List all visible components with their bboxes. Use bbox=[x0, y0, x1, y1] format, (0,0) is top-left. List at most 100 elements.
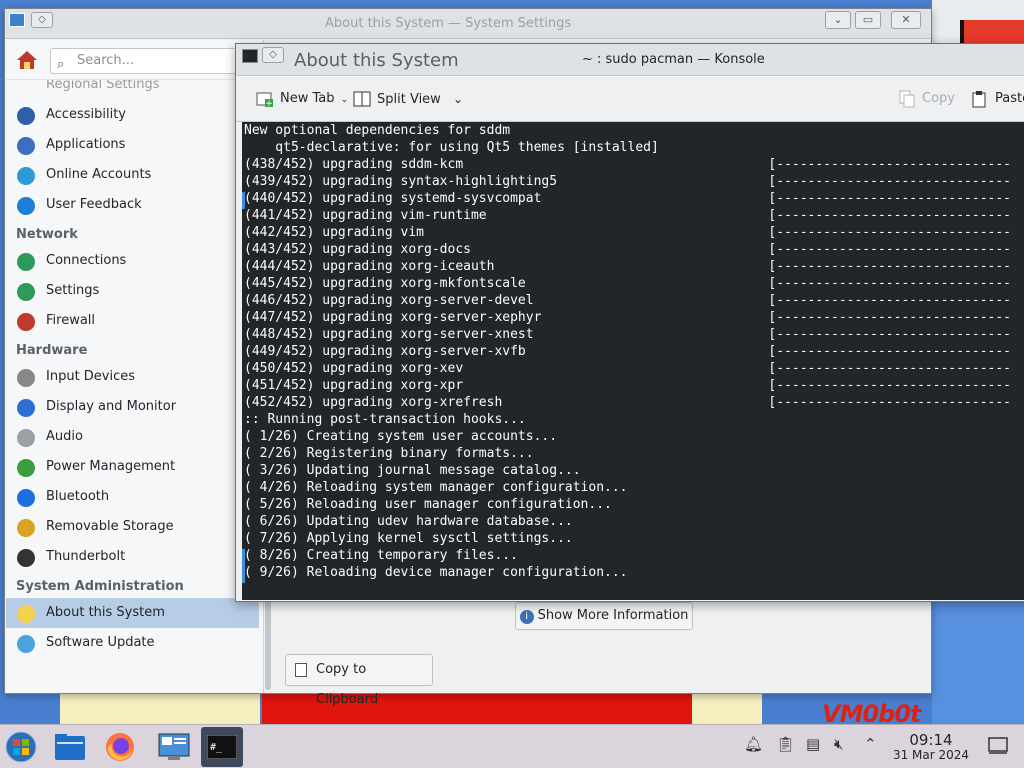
sidebar-item-label: About this System bbox=[46, 605, 165, 620]
terminal-line: (448/452) upgrading xorg-server-xnest [-… bbox=[244, 327, 1012, 342]
file-manager-icon[interactable] bbox=[54, 733, 86, 761]
about-icon bbox=[17, 605, 35, 623]
terminal-line: (440/452) upgrading systemd-sysvcompat [… bbox=[244, 191, 1012, 206]
settings-app-icon[interactable] bbox=[9, 13, 25, 27]
power-icon bbox=[17, 459, 35, 477]
konsole-icon: #_ bbox=[207, 735, 237, 759]
copy-to-clipboard-button[interactable]: Copy to Clipboard bbox=[285, 654, 433, 707]
terminal-line: ( 3/26) Updating journal message catalog… bbox=[244, 463, 581, 478]
paste-icon bbox=[972, 91, 986, 108]
search-icon: ⌕ bbox=[57, 57, 65, 72]
software-update-icon bbox=[17, 635, 35, 653]
settings-titlebar[interactable]: ◇ About this System — System Settings ⌄ … bbox=[5, 9, 931, 39]
konsole-app-icon[interactable] bbox=[242, 49, 258, 63]
terminal-line: (439/452) upgrading syntax-highlighting5… bbox=[244, 174, 1012, 189]
maximize-button[interactable]: ▭ bbox=[855, 11, 881, 29]
terminal-output[interactable]: New optional dependencies for sddm qt5-d… bbox=[242, 122, 1024, 600]
terminal-line: (443/452) upgrading xorg-docs [---------… bbox=[244, 242, 1012, 257]
sidebar-item-label: User Feedback bbox=[46, 197, 142, 212]
terminal-line: (451/452) upgrading xorg-xpr [----------… bbox=[244, 378, 1012, 393]
show-more-information-button[interactable]: i Show More Information bbox=[515, 602, 693, 630]
split-view-button[interactable]: Split View ⌄ bbox=[353, 86, 463, 112]
terminal-line: qt5-declarative: for using Qt5 themes [i… bbox=[244, 140, 659, 155]
search-input[interactable]: ⌕ Search... bbox=[50, 48, 250, 74]
chevron-down-icon: ⌄ bbox=[452, 92, 464, 106]
wallpaper-decoration bbox=[932, 600, 1024, 724]
selection-marker bbox=[242, 566, 245, 583]
wallpaper-decoration bbox=[692, 690, 762, 724]
terminal-line: ( 5/26) Reloading user manager configura… bbox=[244, 497, 612, 512]
notification-bell-icon[interactable]: 🔔︎ bbox=[744, 735, 763, 753]
settings-sidebar: ⌕ Search... Regional Settings Accessibil… bbox=[6, 40, 271, 693]
minimize-button[interactable]: ⌄ bbox=[825, 11, 851, 29]
sidebar-item-label: Audio bbox=[46, 429, 83, 444]
sidebar-item-accessibility[interactable]: Accessibility bbox=[6, 100, 263, 130]
konsole-titlebar[interactable]: ◇ About this System ~ : sudo pacman — Ko… bbox=[236, 44, 1024, 76]
display-icon bbox=[17, 399, 35, 417]
chevron-up-icon[interactable]: ⌃ bbox=[864, 735, 877, 753]
sidebar-item-power[interactable]: Power Management bbox=[6, 452, 263, 482]
sidebar-item-about[interactable]: About this System bbox=[6, 598, 259, 628]
sidebar-item-display[interactable]: Display and Monitor bbox=[6, 392, 263, 422]
sidebar-item-label: Accessibility bbox=[46, 107, 126, 122]
keep-above-button[interactable]: ◇ bbox=[31, 12, 53, 28]
removable-storage-icon bbox=[17, 519, 35, 537]
globe-icon bbox=[17, 253, 35, 271]
sidebar-item-network-settings[interactable]: Settings bbox=[6, 276, 263, 306]
taskbar-system-settings[interactable] bbox=[153, 727, 195, 767]
sidebar-search-row: ⌕ Search... bbox=[6, 40, 263, 80]
sidebar-item-applications[interactable]: Applications bbox=[6, 130, 263, 160]
sidebar-item-label: Thunderbolt bbox=[46, 549, 126, 564]
category-heading-network: Network bbox=[16, 227, 78, 242]
sidebar-item-software-update[interactable]: Software Update bbox=[6, 628, 263, 658]
start-menu-icon[interactable] bbox=[4, 731, 38, 763]
sidebar-item-input-devices[interactable]: Input Devices bbox=[6, 362, 263, 392]
home-icon[interactable] bbox=[16, 50, 38, 70]
category-heading-hardware: Hardware bbox=[16, 343, 88, 358]
sidebar-item-thunderbolt[interactable]: Thunderbolt bbox=[6, 542, 263, 572]
terminal-line: (449/452) upgrading xorg-server-xvfb [--… bbox=[244, 344, 1012, 359]
konsole-window: ◇ About this System ~ : sudo pacman — Ko… bbox=[235, 43, 1024, 602]
selection-marker bbox=[242, 549, 245, 566]
terminal-line: ( 2/26) Registering binary formats... bbox=[244, 446, 534, 461]
konsole-window-title: ~ : sudo pacman — Konsole bbox=[582, 52, 765, 67]
sidebar-item-user-feedback[interactable]: User Feedback bbox=[6, 190, 263, 220]
paste-button[interactable]: Paste bbox=[971, 86, 1024, 112]
accessibility-icon bbox=[17, 107, 35, 125]
firewall-icon bbox=[17, 313, 35, 331]
keep-above-button[interactable]: ◇ bbox=[262, 47, 284, 63]
sidebar-item-label: Bluetooth bbox=[46, 489, 110, 504]
volume-muted-icon[interactable]: 🔇︎ bbox=[834, 735, 843, 753]
svg-text:+: + bbox=[265, 99, 273, 108]
copy-button[interactable]: Copy bbox=[898, 86, 955, 112]
sidebar-item-label: Power Management bbox=[46, 459, 176, 474]
terminal-line: ( 1/26) Creating system user accounts... bbox=[244, 429, 558, 444]
split-view-icon bbox=[353, 91, 371, 107]
system-settings-icon bbox=[158, 733, 190, 760]
clipboard-tray-icon[interactable]: 📋︎ bbox=[776, 735, 795, 753]
clock-time: 09:14 bbox=[909, 731, 953, 749]
sidebar-item-removable-storage[interactable]: Removable Storage bbox=[6, 512, 263, 542]
sidebar-item-regional[interactable]: Regional Settings bbox=[6, 80, 263, 100]
close-button[interactable]: ✕ bbox=[891, 11, 921, 29]
sidebar-item-firewall[interactable]: Firewall bbox=[6, 306, 263, 336]
sidebar-item-globe[interactable]: Connections bbox=[6, 246, 263, 276]
clock-date: 31 Mar 2024 bbox=[892, 748, 970, 762]
sidebar-item-online-accounts[interactable]: Online Accounts bbox=[6, 160, 263, 190]
taskbar-konsole[interactable]: #_ bbox=[201, 727, 243, 767]
new-tab-icon: + bbox=[256, 92, 273, 108]
clock[interactable]: 09:14 31 Mar 2024 bbox=[886, 732, 976, 762]
selection-marker bbox=[242, 192, 245, 209]
storage-tray-icon[interactable]: ▤ bbox=[806, 735, 820, 753]
sidebar-item-label: Regional Settings bbox=[46, 80, 160, 92]
sidebar-item-bluetooth[interactable]: Bluetooth bbox=[6, 482, 263, 512]
new-tab-button[interactable]: + New Tab ⌄ bbox=[256, 86, 348, 112]
bluetooth-icon bbox=[17, 489, 35, 507]
applications-icon bbox=[17, 137, 35, 155]
show-desktop-icon[interactable] bbox=[988, 737, 1008, 755]
terminal-line: New optional dependencies for sddm bbox=[244, 123, 511, 138]
sidebar-item-audio[interactable]: Audio bbox=[6, 422, 263, 452]
firefox-icon[interactable] bbox=[104, 731, 136, 763]
sidebar-item-label: Online Accounts bbox=[46, 167, 152, 182]
terminal-line: (445/452) upgrading xorg-mkfontscale [--… bbox=[244, 276, 1012, 291]
